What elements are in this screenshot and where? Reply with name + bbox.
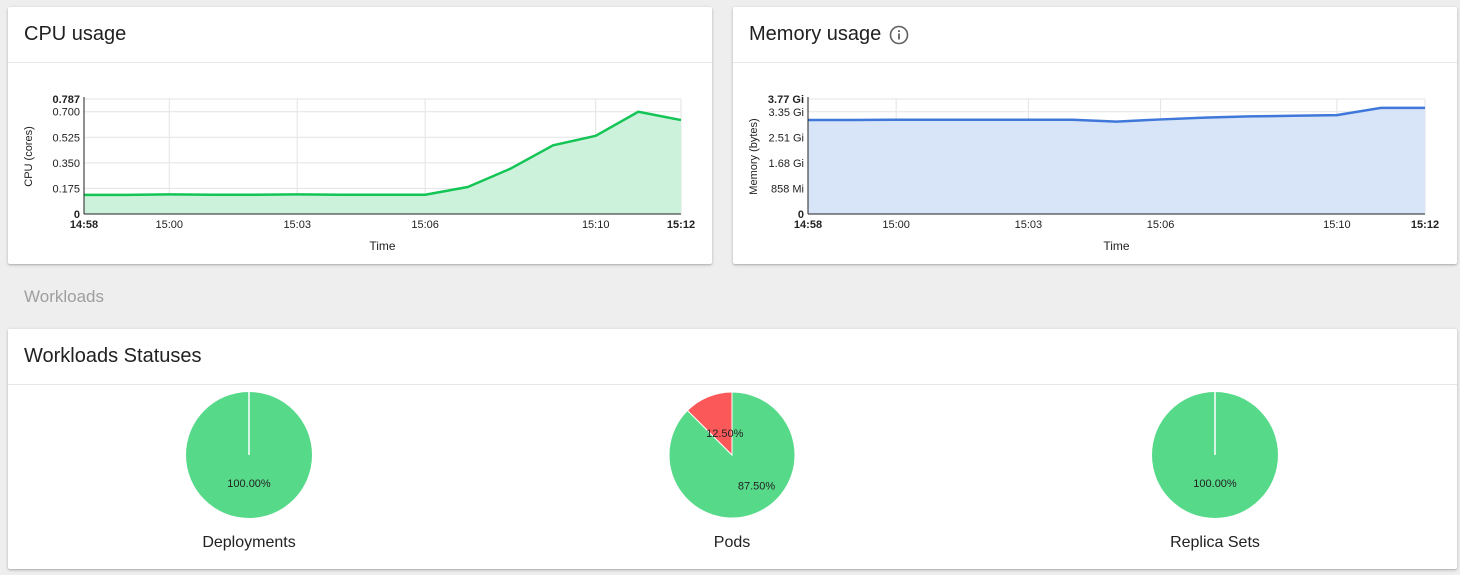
cpu-x-tick-2: 15:03 xyxy=(283,219,311,231)
replica-sets-pie-block: 100.00% Replica Sets xyxy=(1115,391,1315,552)
replica-sets-slice-label-0: 100.00% xyxy=(1193,478,1237,490)
memory-usage-card: Memory usage 0 858 Mi 1.68 Gi 2.51 Gi 3.35 G… xyxy=(733,7,1457,264)
cpu-y-tick-1: 0.175 xyxy=(52,183,80,195)
mem-y-tick-4: 3.35 Gi xyxy=(769,107,804,119)
pods-pie-label: Pods xyxy=(713,534,751,551)
mem-x-tick-1: 15:00 xyxy=(882,219,910,231)
cpu-y-axis-label: CPU (cores) xyxy=(23,126,35,187)
deployments-slice-label-0: 100.00% xyxy=(227,478,271,490)
workloads-statuses-card: Workloads Statuses 100.00% Deployments 8… xyxy=(8,329,1457,569)
workloads-statuses-title: Workloads Statuses xyxy=(24,345,202,367)
cpu-y-tick-2: 0.350 xyxy=(52,158,80,170)
mem-x-tick-3: 15:06 xyxy=(1147,219,1175,231)
cpu-x-tick-1: 15:00 xyxy=(156,219,184,231)
mem-y-tick-5: 3.77 Gi xyxy=(768,94,804,106)
replica-sets-pie-chart[interactable]: 100.00% xyxy=(1115,391,1315,519)
cpu-x-tick-5: 15:12 xyxy=(667,219,695,231)
mem-x-tick-4: 15:10 xyxy=(1323,219,1351,231)
cpu-x-axis-label: Time xyxy=(369,239,396,253)
info-icon[interactable] xyxy=(889,25,909,45)
cpu-y-tick-3: 0.525 xyxy=(52,132,80,144)
mem-y-axis-label: Memory (bytes) xyxy=(748,118,760,194)
workloads-section-label: Workloads xyxy=(24,287,104,306)
mem-x-tick-2: 15:03 xyxy=(1015,219,1043,231)
cpu-x-tick-0: 14:58 xyxy=(70,219,98,231)
cpu-x-tick-4: 15:10 xyxy=(582,219,610,231)
mem-y-tick-2: 1.68 Gi xyxy=(769,158,804,170)
deployments-pie-chart[interactable]: 100.00% xyxy=(149,391,349,519)
mem-area xyxy=(808,107,1425,214)
cpu-x-tick-3: 15:06 xyxy=(411,219,439,231)
mem-x-tick-0: 14:58 xyxy=(794,219,822,231)
mem-y-tick-3: 2.51 Gi xyxy=(769,132,804,144)
cpu-usage-card: CPU usage 0 0.175 0.350 0.525 0.700 0.787 14:5… xyxy=(8,7,712,264)
cpu-usage-title: CPU usage xyxy=(24,23,127,45)
pods-pie-block: 87.50% 12.50% Pods xyxy=(632,391,832,552)
pods-slice-label-0: 87.50% xyxy=(738,480,776,492)
pods-pie-chart[interactable]: 87.50% 12.50% xyxy=(632,391,832,519)
memory-usage-title: Memory usage xyxy=(749,23,882,45)
deployments-pie-label: Deployments xyxy=(202,534,296,551)
deployments-pie-block: 100.00% Deployments xyxy=(149,391,349,552)
mem-x-tick-5: 15:12 xyxy=(1411,219,1439,231)
workloads-statuses-header: Workloads Statuses xyxy=(8,329,1457,385)
replica-sets-pie-label: Replica Sets xyxy=(1170,534,1260,551)
cpu-y-tick-4: 0.700 xyxy=(52,107,80,119)
mem-y-tick-1: 858 Mi xyxy=(771,183,804,195)
pods-slice-label-1: 12.50% xyxy=(706,428,744,440)
cpu-usage-chart: 00.1750.3500.5250.7000.78714:58 15:00 15:0… xyxy=(23,94,695,253)
cpu-usage-header: CPU usage xyxy=(8,7,712,63)
cpu-y-tick-5: 0.787 xyxy=(52,94,80,106)
memory-usage-header: Memory usage xyxy=(733,7,1457,63)
memory-usage-chart: 0858 Mi1.68 Gi2.51 Gi3.35 Gi3.77 Gi14:58… xyxy=(748,94,1439,253)
mem-x-axis-label: Time xyxy=(1103,239,1130,253)
